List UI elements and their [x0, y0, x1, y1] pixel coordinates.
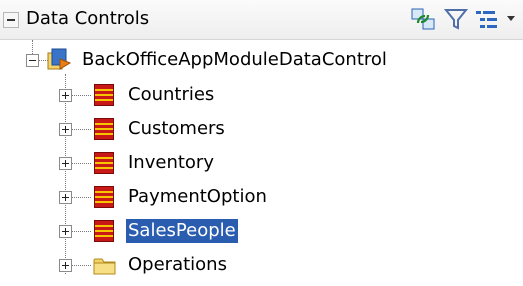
view-options-icon[interactable]: [474, 6, 520, 32]
expand-node-toggle[interactable]: [59, 89, 72, 102]
filter-icon[interactable]: [444, 6, 468, 32]
data-controls-tree: BackOfficeAppModuleDataControl Countries…: [0, 40, 523, 280]
tree-item[interactable]: PaymentOption: [0, 184, 523, 218]
tree-root-label: BackOfficeAppModuleDataControl: [82, 49, 387, 70]
data-controls-header: Data Controls: [0, 0, 523, 40]
tree-item[interactable]: Countries: [0, 82, 523, 116]
tree-root-row[interactable]: BackOfficeAppModuleDataControl: [0, 47, 523, 81]
tree-item-label: SalesPeople: [126, 219, 238, 243]
data-control-icon: [47, 48, 72, 70]
collapse-panel-button[interactable]: [3, 12, 19, 28]
expand-node-toggle[interactable]: [59, 259, 72, 272]
expand-node-toggle[interactable]: [59, 191, 72, 204]
folder-icon: [93, 258, 116, 275]
collection-icon: [94, 186, 114, 208]
tree-item[interactable]: Inventory: [0, 150, 523, 184]
collapse-node-toggle[interactable]: [26, 54, 39, 67]
collection-icon: [94, 152, 114, 174]
tree-item[interactable]: Operations: [0, 252, 523, 286]
tree-item-label: Inventory: [128, 152, 214, 173]
refresh-icon[interactable]: [410, 6, 436, 32]
collection-icon: [94, 220, 114, 242]
tree-item-label: Countries: [128, 84, 215, 105]
collection-icon: [94, 84, 114, 106]
tree-item-label: Operations: [128, 254, 227, 275]
tree-item-label: Customers: [128, 118, 225, 139]
collection-icon: [94, 118, 114, 140]
tree-item-selected[interactable]: SalesPeople: [0, 218, 523, 252]
tree-item[interactable]: Customers: [0, 116, 523, 150]
panel-title: Data Controls: [26, 8, 150, 29]
expand-node-toggle[interactable]: [59, 157, 72, 170]
expand-node-toggle[interactable]: [59, 225, 72, 238]
expand-node-toggle[interactable]: [59, 123, 72, 136]
tree-item-label: PaymentOption: [128, 186, 267, 207]
